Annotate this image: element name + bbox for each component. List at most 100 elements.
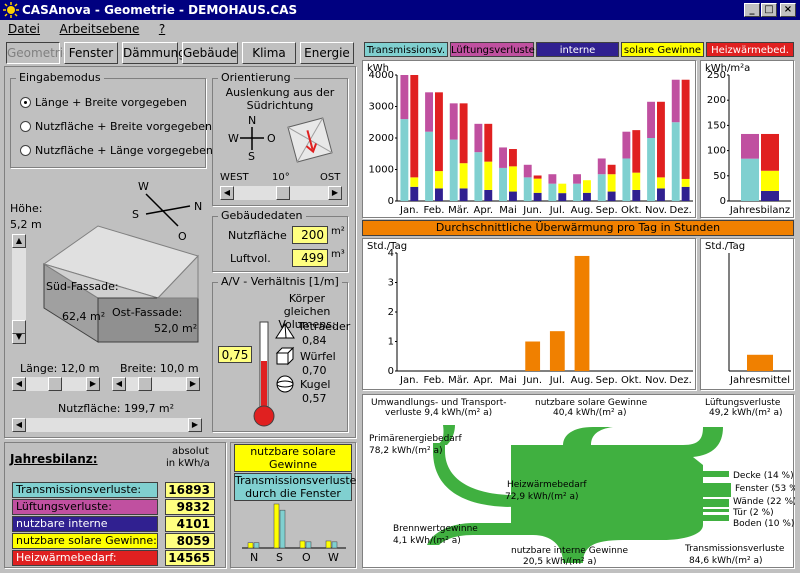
bar-Transmissionsv.-Sep. [597,174,606,201]
menu-datei[interactable]: Datei [8,22,40,36]
bar-Lüftungsverluste-Jahresbilanz [741,133,759,159]
solar-window-chart: NSOW [242,503,346,564]
x-tick-Apr.: Apr. [474,205,494,216]
x-tick-Nov.: Nov. [645,375,667,386]
nutzflaeche-field[interactable]: 200 [292,226,328,244]
kugel-value: 0,57 [302,392,327,405]
overheating-title: Durchschnittliche Überwärmung pro Tag in… [362,220,794,236]
overheating-annual-chart: Std./Tag Jahresmittel [700,238,794,390]
breite-right-arrow[interactable]: ▶ [186,377,200,391]
radio-label: Nutzfläche + Breite vorgegeben [35,120,212,133]
radio-label: Nutzfläche + Länge vorgegeben [35,144,213,157]
tetraeder-value: 0,84 [302,334,327,347]
nutzflaeche-slider[interactable] [12,418,202,432]
laenge-thumb[interactable] [48,377,62,391]
bc-n: N [194,200,202,213]
sankey-heiz-value: 72,9 kWh/(m² a) [505,492,579,502]
bar-Heizwärmebed.-Sep. [607,164,616,175]
y-tick: 0 [388,196,394,207]
maximize-button[interactable]: □ [761,3,777,17]
orientierung-text: Auslenkung aus der Südrichtung [225,86,335,112]
trans-bar-W [331,541,338,549]
bar-solare Gewinne-Apr. [484,161,493,190]
orientierung-left-arrow[interactable]: ◀ [220,186,234,200]
sankey-out-fenster: Fenster (53 %) [735,484,795,494]
radio-nutzflaeche-breite[interactable]: Nutzfläche + Breite vorgegeben [20,120,212,133]
nutzflaeche-left-arrow[interactable]: ◀ [12,418,26,432]
bar-solare Gewinne-Jul. [558,183,567,194]
orientierung-thumb[interactable] [276,186,290,200]
y-tick: 1 [388,337,394,348]
x-tick-Dez.: Dez. [670,205,692,216]
gebaeudedaten-label: Gebäudedaten [218,209,306,222]
tetraeder-icon [275,323,295,339]
solar-cat-S: S [276,551,283,564]
close-button[interactable]: × [780,3,796,17]
jb-label-0: Transmissionsverluste: [12,482,158,498]
y-tick: 1000 [369,165,394,176]
tab-geometrie[interactable]: Geometrie [6,42,70,64]
solar-bar-O [299,540,306,549]
sankey-solar: nutzbare solare Gewinne [535,398,648,408]
sankey-out-waende: Wände (22 %) [733,497,795,507]
bar-Jul. [549,331,565,371]
x-tick-Aug.: Aug. [571,205,594,216]
orientierung-label: Orientierung [218,71,294,84]
bar-Transmissionsv.-Mär. [449,139,458,201]
tab-gebaeude[interactable]: Gebäude [182,42,238,64]
x-tick-Mai: Mai [499,375,517,386]
tab-energie[interactable]: Energie [300,42,354,64]
kugel-label: Kugel [300,378,331,391]
y-tick: 3 [388,278,394,289]
orientierung-right-arrow[interactable]: ▶ [328,186,342,200]
x-tick-Mär.: Mär. [448,205,469,216]
laenge-left-arrow[interactable]: ◀ [12,377,26,391]
breite-left-arrow[interactable]: ◀ [112,377,126,391]
bar-Lüftungsverluste-Nov. [647,101,655,138]
sankey-intern-value: 20,5 kWh/(m² a) [523,557,597,567]
overheating-chart: Std./Tag 0 1 2 3 4 Jan. Feb. Mär. Apr. Mai Jun. Jul.… [362,238,696,390]
nutzflaeche-right-arrow[interactable]: ▶ [188,418,202,432]
x-tick-Mär.: Mär. [448,375,469,386]
y-tick: 150 [707,120,726,131]
breite-label: Breite: 10,0 m [120,362,199,375]
x-tick-Jahresmittel: Jahresmittel [729,375,790,386]
x-tick-Jun.: Jun. [522,375,542,386]
bar-Heizwärmebed.-Mai [509,149,517,167]
tab-klima[interactable]: Klima [242,42,296,64]
tab-daemmung[interactable]: Dämmung [122,42,186,64]
annual-energy-svg: kWh/m²a050100150200250Jahresbilanz [705,63,791,216]
sankey-solar-value: 40,4 kWh/(m² a) [553,408,627,418]
compass-s: S [248,150,255,163]
jb-label-4: Heizwärmebedarf: [12,550,158,566]
hoehe-up-arrow[interactable]: ▲ [12,234,26,248]
sankey-trans-value: 84,6 kWh/(m² a) [689,556,763,566]
bar-solare Gewinne-Okt. [632,172,641,190]
trans-legend: Transmissionsverluste durch die Fenster [234,473,357,501]
breite-thumb[interactable] [138,377,152,391]
annual-energy-chart: kWh/m²a 0 50 100 150 200 250 Jahresbilanz [700,60,794,218]
minimize-button[interactable]: _ [744,3,760,17]
tab-fenster[interactable]: Fenster [64,42,118,64]
bar-solare Gewinne-Nov. [657,177,665,189]
hoehe-thumb[interactable] [12,320,26,334]
bar-Heizwärmebed.-Feb. [435,92,443,172]
x-tick-Jan.: Jan. [399,375,419,386]
nutzflaeche-unit: m² [331,226,345,237]
x-tick-Jul.: Jul. [549,205,565,216]
solar-legend: nutzbare solare Gewinne [234,444,352,472]
legend-3: solare Gewinne [621,42,704,57]
bar-Lüftungsverluste-Sep. [597,158,606,175]
radio-laenge-breite[interactable]: Länge + Breite vorgegeben [20,96,187,109]
x-tick-Jan.: Jan. [399,205,419,216]
energy-flow-diagram: Umwandlungs- und Transport- verluste 9,4… [369,398,800,567]
radio-nutzflaeche-laenge[interactable]: Nutzfläche + Länge vorgegeben [20,144,213,157]
laenge-right-arrow[interactable]: ▶ [86,377,100,391]
menu-help[interactable]: ? [159,22,165,36]
bar-Heizwärmebed.-Jahresbilanz [761,133,779,171]
ost-fassade-label: Ost-Fassade: [112,306,183,319]
menu-arbeitsebene[interactable]: Arbeitsebene [60,22,140,36]
luftvol-field[interactable]: 499 [292,249,328,267]
jb-value-2: 4101 [165,516,215,532]
title-bar: CASAnova - Geometrie - DEMOHAUS.CAS _ □ … [0,0,800,20]
